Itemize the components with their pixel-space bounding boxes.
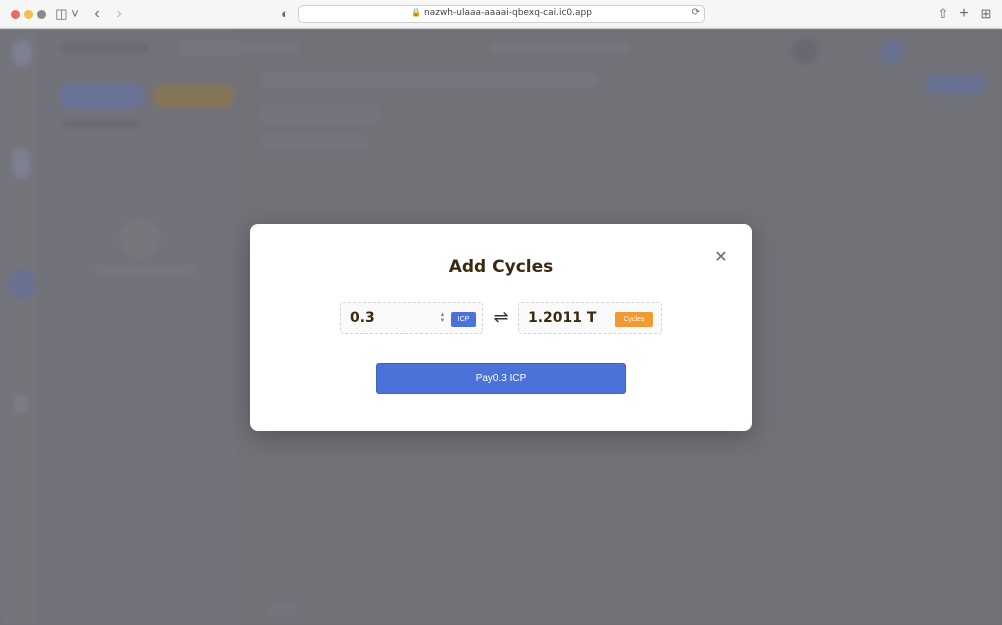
lock-icon: 🔒 <box>411 8 421 17</box>
cycles-unit-tag: Cycles <box>615 312 653 327</box>
share-icon[interactable]: ⇧ <box>936 5 950 23</box>
browser-toolbar: ◫ ˅ ‹ › ◐ 🔒 nazwh-ulaaa-aaaai-qbexq-cai.i… <box>0 0 1002 29</box>
sidebar-icon[interactable]: ◫ ˅ <box>55 5 79 23</box>
shield-icon[interactable]: ◐ <box>278 5 292 23</box>
icp-unit-tag: ICP <box>451 312 476 327</box>
icp-amount-value[interactable]: 0.3 <box>350 310 375 326</box>
swap-arrows-icon: ⇌ <box>493 307 509 327</box>
url-text: nazwh-ulaaa-aaaai-qbexq-cai.ic0.app <box>424 8 592 18</box>
window-close-button[interactable] <box>11 10 20 19</box>
pay-button[interactable]: Pay0.3 ICP <box>376 363 626 394</box>
reload-icon[interactable]: ⟳ <box>692 7 700 18</box>
address-bar[interactable]: 🔒 nazwh-ulaaa-aaaai-qbexq-cai.ic0.app ⟳ <box>298 5 705 23</box>
tab-overview-icon[interactable]: ⊞ <box>978 5 994 23</box>
cycles-amount-value: 1.2011 T <box>528 310 597 326</box>
add-cycles-dialog: Add Cycles ✕ 0.3 ▲ ▼ ICP ⇌ 1.2011 T Cycle… <box>250 224 752 431</box>
chevron-left-icon[interactable]: ‹ <box>90 5 104 23</box>
window-minimize-button[interactable] <box>24 10 33 19</box>
close-icon[interactable]: ✕ <box>712 249 730 267</box>
chevron-right-icon[interactable]: › <box>112 5 126 23</box>
icp-amount-input[interactable]: 0.3 ▲ ▼ ICP <box>340 302 483 334</box>
dialog-title: Add Cycles <box>448 257 554 277</box>
plus-icon[interactable]: + <box>957 5 971 23</box>
number-stepper-icon[interactable]: ▲ ▼ <box>439 312 446 324</box>
cycles-amount-output: 1.2011 T Cycles <box>518 302 662 334</box>
window-zoom-button[interactable] <box>37 10 46 19</box>
